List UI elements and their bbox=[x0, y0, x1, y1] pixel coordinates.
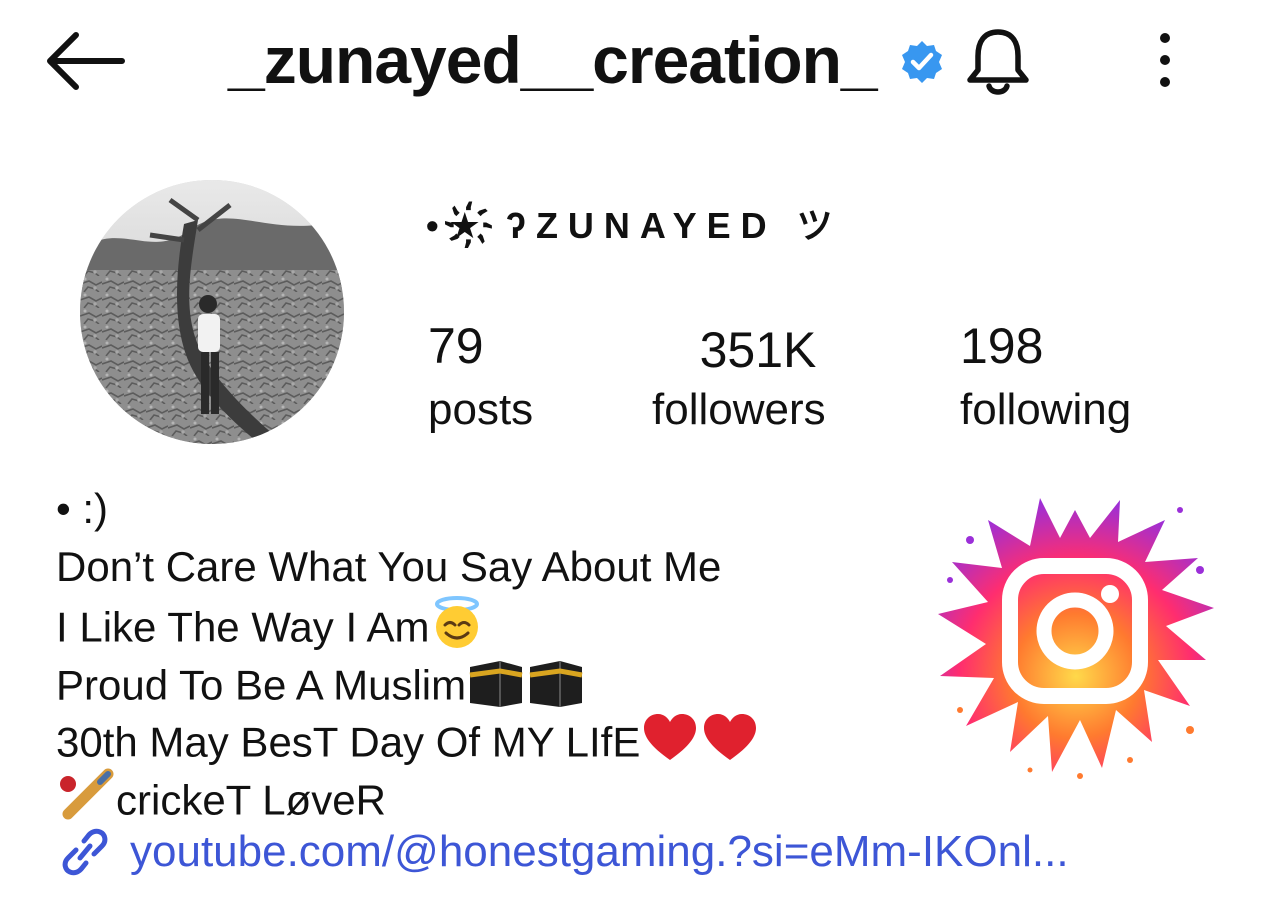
bio-line: I Like The Way I Am bbox=[56, 595, 936, 653]
link-url[interactable]: youtube.com/@honestgaming.?si=eMm-IKOnl.… bbox=[130, 822, 1069, 882]
profile-username: _zunayed__creation_ bbox=[228, 23, 878, 97]
red-heart-icon bbox=[640, 710, 700, 781]
bio-line: • :) bbox=[56, 485, 109, 532]
posts-label: posts bbox=[428, 385, 534, 434]
red-heart-icon bbox=[700, 710, 760, 781]
bio-line: 30th May BesT Day Of MY LIfE bbox=[56, 710, 936, 768]
link-icon bbox=[62, 828, 108, 876]
following-stat[interactable]: 198 following bbox=[960, 318, 1131, 436]
followers-label: followers bbox=[652, 385, 826, 434]
profile-display-name: •★҉ʔZUNAYED ツ bbox=[426, 205, 843, 246]
verified-badge-icon bbox=[898, 38, 946, 86]
posts-stat[interactable]: 79 posts bbox=[428, 318, 533, 436]
profile-bio: • :) Don’t Care What You Say About Me I … bbox=[56, 480, 936, 825]
instagram-logo-icon bbox=[930, 480, 1220, 780]
bell-icon bbox=[967, 29, 1029, 95]
following-label: following bbox=[960, 385, 1132, 434]
notifications-button[interactable] bbox=[958, 20, 1038, 100]
bio-line-text: crickeT LøveR bbox=[116, 775, 386, 823]
bio-line: Don’t Care What You Say About Me bbox=[56, 542, 722, 590]
back-button[interactable] bbox=[40, 26, 130, 96]
back-arrow-icon bbox=[47, 32, 125, 90]
bio-line: crickeT LøveR bbox=[56, 768, 936, 826]
followers-stat[interactable]: 351K followers bbox=[652, 322, 864, 436]
bio-line-text: Proud To Be A Muslim bbox=[56, 660, 467, 708]
bio-line-text: I Like The Way I Am bbox=[56, 603, 430, 651]
profile-avatar[interactable] bbox=[80, 180, 344, 444]
bio-line: Proud To Be A Muslim bbox=[56, 653, 936, 711]
more-vertical-icon bbox=[1160, 33, 1170, 87]
more-options-button[interactable] bbox=[1140, 28, 1190, 92]
posts-count: 79 bbox=[428, 318, 484, 374]
following-count: 198 bbox=[960, 318, 1044, 374]
bio-line-text: 30th May BesT Day Of MY LIfE bbox=[56, 718, 641, 766]
followers-count: 351K bbox=[699, 322, 817, 378]
